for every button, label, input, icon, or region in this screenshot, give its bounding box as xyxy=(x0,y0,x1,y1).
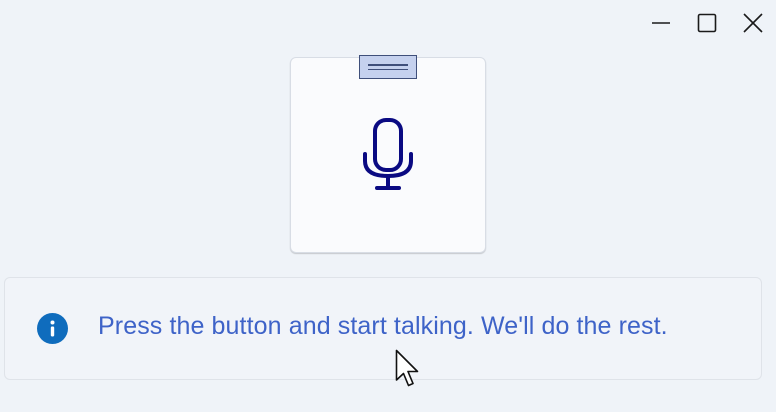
maximize-icon xyxy=(697,13,717,33)
microphone-icon xyxy=(363,118,413,190)
maximize-button[interactable] xyxy=(684,0,730,46)
info-bar: Press the button and start talking. We'l… xyxy=(4,277,762,380)
drag-handle-line xyxy=(368,64,408,66)
close-button[interactable] xyxy=(730,0,776,46)
microphone-button[interactable] xyxy=(290,57,486,253)
info-message: Press the button and start talking. We'l… xyxy=(98,312,668,340)
drag-handle-line xyxy=(368,68,408,70)
minimize-icon xyxy=(652,22,670,24)
close-icon xyxy=(743,13,763,33)
info-icon xyxy=(37,313,68,344)
minimize-button[interactable] xyxy=(638,0,684,46)
drag-handle[interactable] xyxy=(359,55,417,79)
mouse-cursor-icon xyxy=(395,349,419,387)
window-controls xyxy=(638,0,776,46)
